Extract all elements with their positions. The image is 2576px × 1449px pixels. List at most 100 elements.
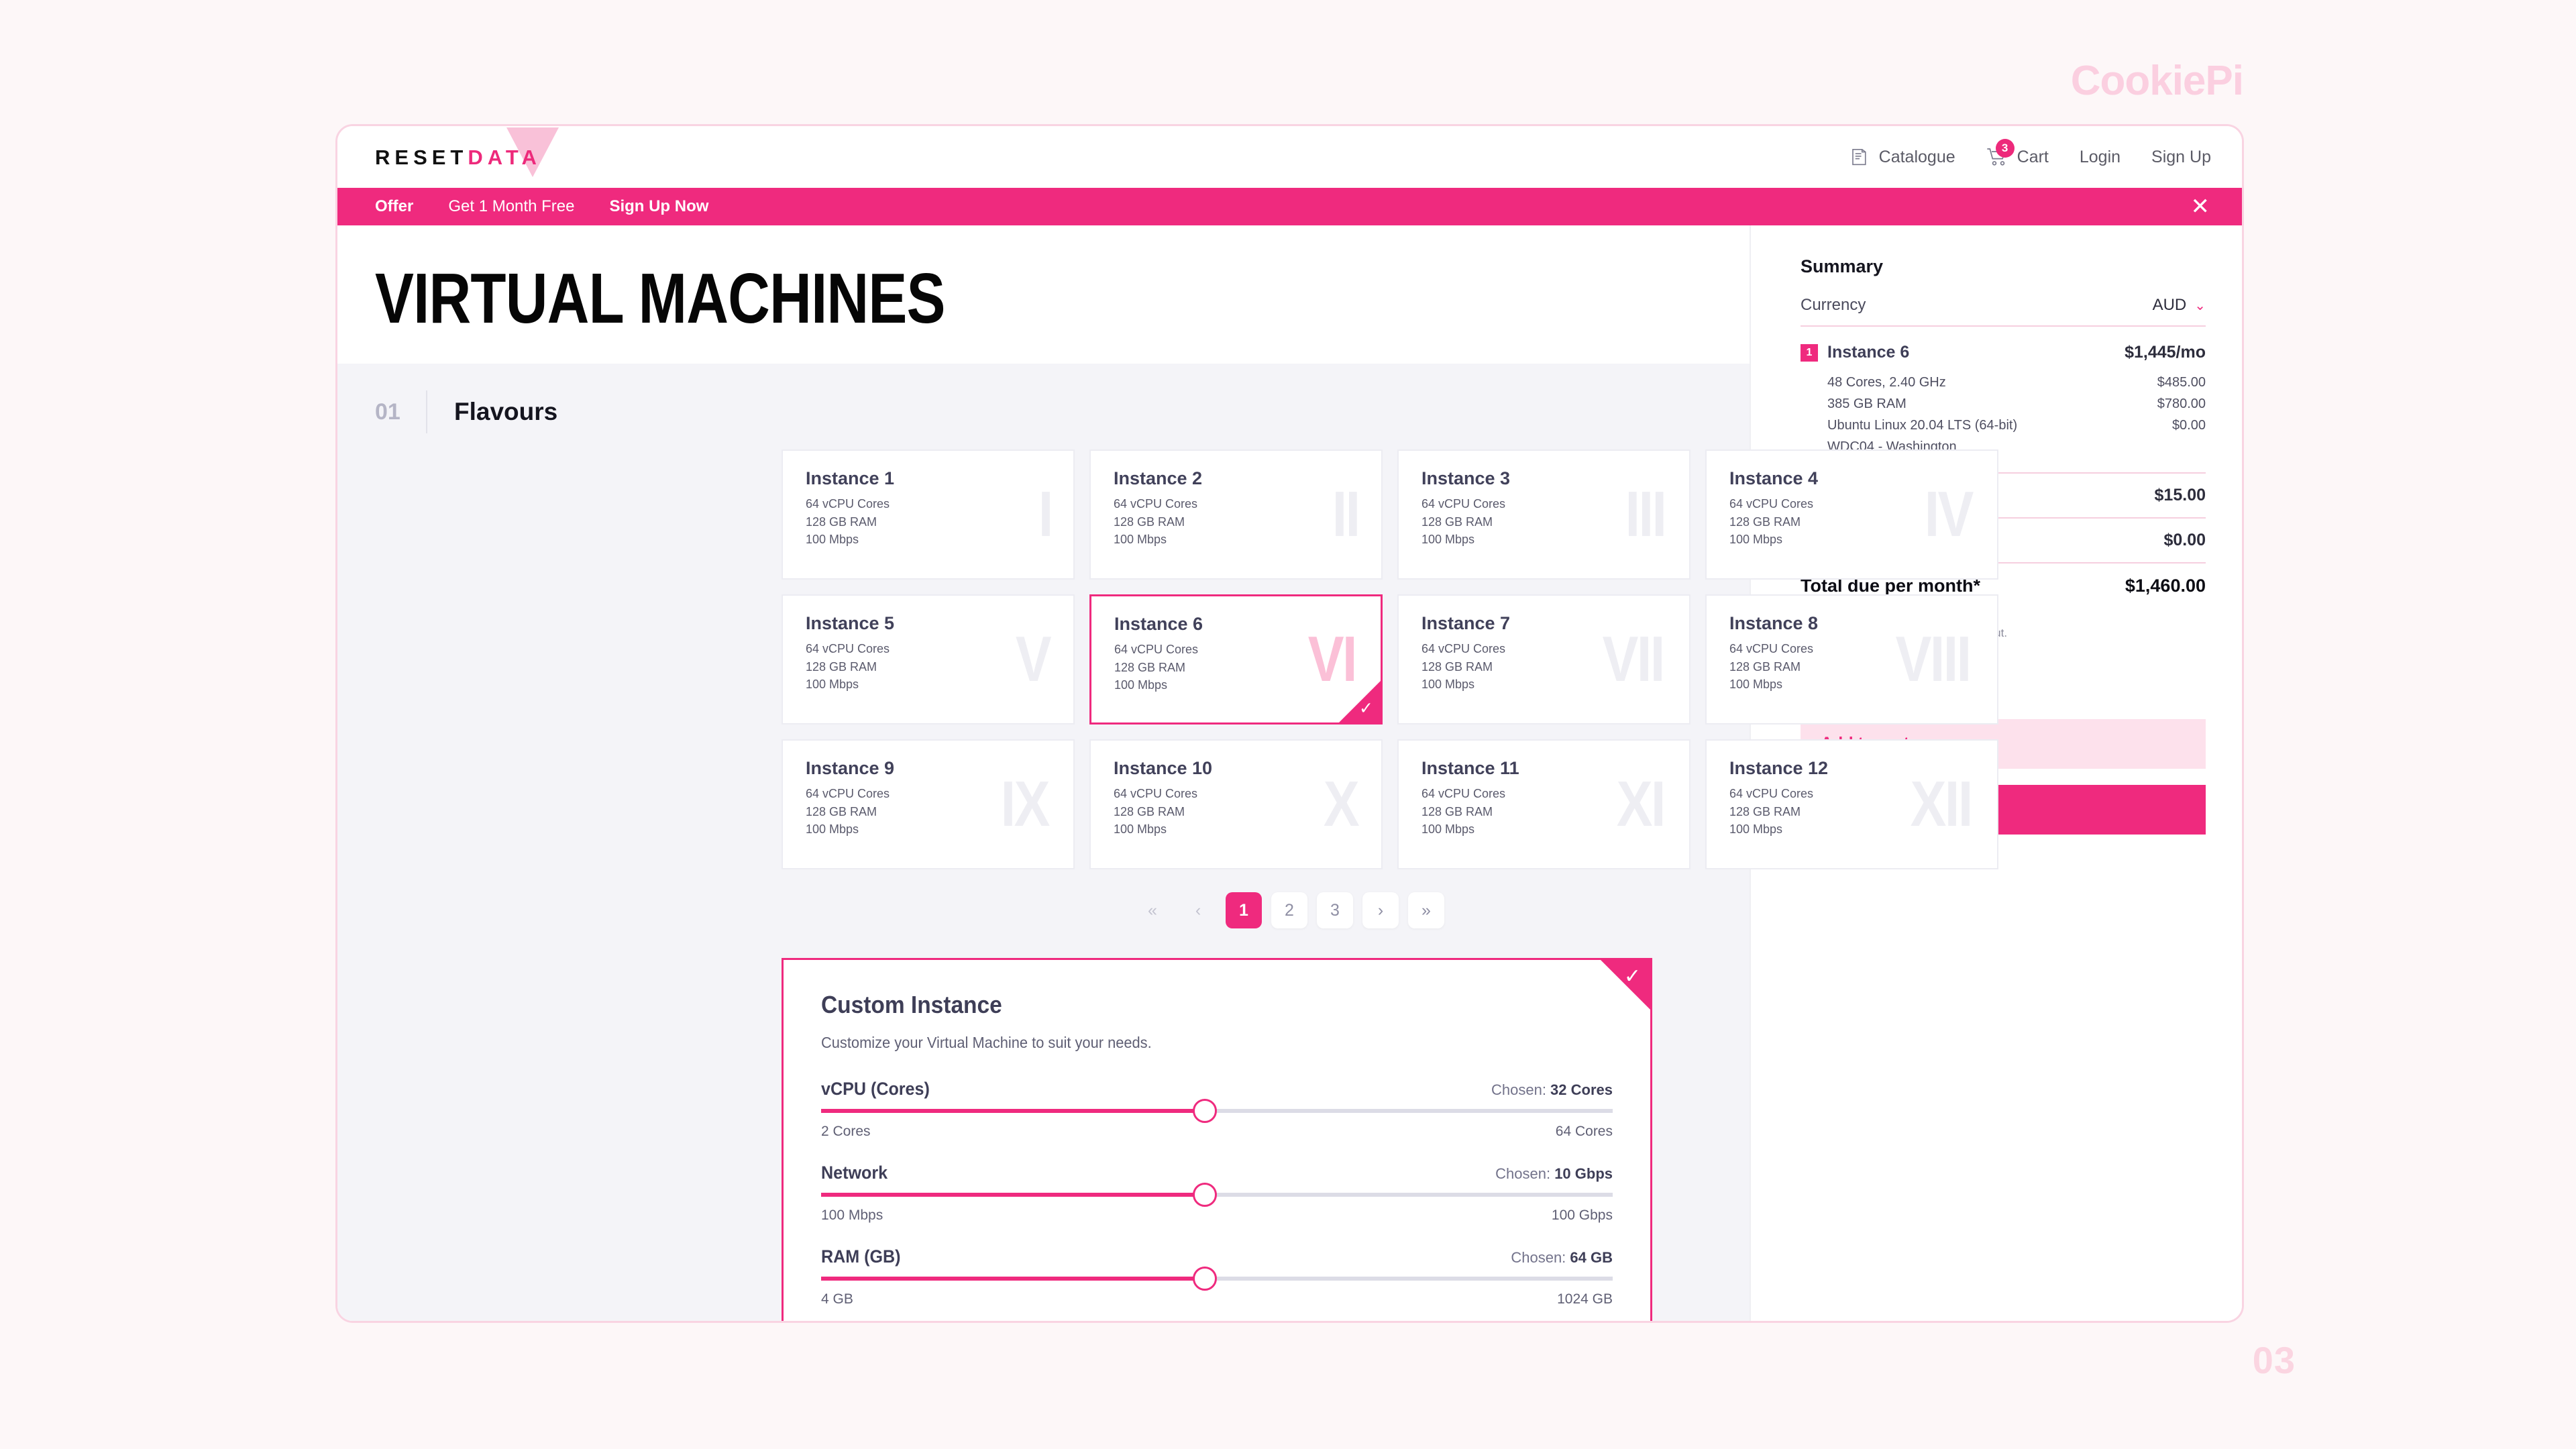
slider-range-labels: 100 Mbps 100 Gbps xyxy=(821,1208,1613,1224)
top-navigation-bar: RESETDATA Catalogue 3 Cart Login Sign Up xyxy=(337,126,2242,188)
flavour-card-title: Instance 7 xyxy=(1421,613,1511,633)
flavour-card-specs: 64 vCPU Cores 128 GB RAM 100 Mbps xyxy=(806,642,890,692)
slider-max-label: 1024 GB xyxy=(1557,1291,1613,1307)
flavour-card-title: Instance 4 xyxy=(1729,468,1819,488)
nav-item-catalogue[interactable]: Catalogue xyxy=(1849,147,1955,167)
offer-label: Offer xyxy=(375,197,414,215)
slider-label: vCPU (Cores) xyxy=(821,1079,930,1099)
content-area: 01 Flavours I Instance 1 64 vCPU Cores 128 … xyxy=(337,364,1998,1321)
flavour-card-specs: 64 vCPU Cores 128 GB RAM 100 Mbps xyxy=(1114,497,1198,547)
summary-spec-row: 385 GB RAM $780.00 xyxy=(1827,393,2206,415)
flavour-cards-grid: I Instance 1 64 vCPU Cores 128 GB RAM 100 Mb… xyxy=(337,449,1998,869)
currency-selector[interactable]: Currency AUD ⌄ xyxy=(1801,296,2206,327)
summary-spec-price: $0.00 xyxy=(2171,418,2206,433)
check-icon: ✓ xyxy=(1623,965,1641,987)
summary-instance-price: $1,445/mo xyxy=(2125,343,2206,362)
summary-total-value: $1,460.00 xyxy=(2125,576,2206,596)
page-body: VIRTUAL MACHINES 01 Flavours I Instance 1… xyxy=(337,225,2242,1321)
slider-max-label: 100 Gbps xyxy=(1551,1208,1613,1223)
nav-item-login[interactable]: Login xyxy=(2080,148,2121,167)
flavour-card[interactable]: X Instance 10 64 vCPU Cores 128 GB RAM 100 M… xyxy=(1089,739,1383,869)
summary-instance-badge: 1 xyxy=(1801,343,1818,362)
offer-text: Get 1 Month Free xyxy=(448,197,575,215)
slider-thumb[interactable] xyxy=(1193,1183,1218,1207)
flavour-card[interactable]: XII Instance 12 64 vCPU Cores 128 GB RAM 100… xyxy=(1705,739,1998,869)
flavour-card[interactable]: VII Instance 7 64 vCPU Cores 128 GB RAM 100 … xyxy=(1397,594,1690,724)
slider-header: Network Chosen: 10 Gbps xyxy=(821,1163,1613,1183)
nav-links: Catalogue 3 Cart Login Sign Up xyxy=(1849,139,2211,167)
custom-instance-title: Custom Instance xyxy=(821,991,1002,1018)
slider-range-labels: 4 GB 1024 GB xyxy=(821,1291,1613,1307)
pagination-prev[interactable]: ‹ xyxy=(1180,892,1216,928)
nav-item-signup[interactable]: Sign Up xyxy=(2151,148,2211,167)
slider-chosen-value: Chosen: 10 Gbps xyxy=(1495,1165,1613,1182)
slider-label: Network xyxy=(821,1163,888,1183)
slider-track[interactable] xyxy=(821,1099,1613,1123)
flavour-card-specs: 64 vCPU Cores 128 GB RAM 100 Mbps xyxy=(1421,497,1506,547)
flavour-card[interactable]: IV Instance 4 64 vCPU Cores 128 GB RAM 100 M… xyxy=(1705,449,1998,580)
pagination-page-1[interactable]: 1 xyxy=(1226,892,1262,928)
flavour-card[interactable]: VI Instance 6 64 vCPU Cores 128 GB RAM 100 M… xyxy=(1089,594,1383,724)
summary-spec-label: 48 Cores, 2.40 GHz xyxy=(1827,375,1946,390)
nav-item-cart[interactable]: 3 Cart xyxy=(1986,139,2049,167)
flavour-card-specs: 64 vCPU Cores 128 GB RAM 100 Mbps xyxy=(1421,787,1506,837)
watermark-brand: CookiePi xyxy=(2070,58,2244,104)
nav-label-cart: Cart xyxy=(2017,147,2049,166)
slider-chosen-value: Chosen: 64 GB xyxy=(1511,1249,1613,1266)
slider-min-label: 100 Mbps xyxy=(821,1208,883,1223)
flavour-card[interactable]: I Instance 1 64 vCPU Cores 128 GB RAM 100 Mb… xyxy=(782,449,1075,580)
section-divider xyxy=(426,390,427,433)
nav-label-catalogue: Catalogue xyxy=(1878,147,1955,166)
flavour-card[interactable]: IX Instance 9 64 vCPU Cores 128 GB RAM 100 M… xyxy=(782,739,1075,869)
flavour-card-specs: 64 vCPU Cores 128 GB RAM 100 Mbps xyxy=(806,497,890,547)
slider-track[interactable] xyxy=(821,1183,1613,1207)
cart-icon: 3 xyxy=(1986,139,2015,167)
flavour-card[interactable]: XI Instance 11 64 vCPU Cores 128 GB RAM 100 … xyxy=(1397,739,1690,869)
flavour-card[interactable]: V Instance 5 64 vCPU Cores 128 GB RAM 100 Mb… xyxy=(782,594,1075,724)
offer-signup-link[interactable]: Sign Up Now xyxy=(609,197,708,216)
flavour-card-specs: 64 vCPU Cores 128 GB RAM 100 Mbps xyxy=(1729,497,1814,547)
page-title-area: VIRTUAL MACHINES xyxy=(337,225,1750,364)
pagination-first[interactable]: « xyxy=(1134,892,1171,928)
summary-instance-row: 1 Instance 6 $1,445/mo xyxy=(1801,343,2206,362)
flavour-card-specs: 64 vCPU Cores 128 GB RAM 100 Mbps xyxy=(1729,787,1814,837)
resetdata-logo[interactable]: RESETDATA xyxy=(375,127,559,177)
flavour-card[interactable]: II Instance 2 64 vCPU Cores 128 GB RAM 100 M… xyxy=(1089,449,1383,580)
slider-thumb[interactable] xyxy=(1193,1267,1218,1291)
slider-fill xyxy=(821,1193,1205,1197)
watermark-page-number: 03 xyxy=(2252,1339,2296,1381)
flavour-card-title: Instance 6 xyxy=(1114,614,1203,634)
close-icon[interactable]: ✕ xyxy=(2191,195,2210,218)
currency-value-wrap: AUD ⌄ xyxy=(2153,296,2206,315)
slider-min-label: 4 GB xyxy=(821,1291,853,1307)
summary-spec-price: $780.00 xyxy=(2157,396,2206,411)
flavour-card[interactable]: VIII Instance 8 64 vCPU Cores 128 GB RAM 100… xyxy=(1705,594,1998,724)
pagination-page-2[interactable]: 2 xyxy=(1271,892,1307,928)
slider-header: RAM (GB) Chosen: 64 GB xyxy=(821,1246,1613,1267)
flavour-card[interactable]: III Instance 3 64 vCPU Cores 128 GB RAM 100 … xyxy=(1397,449,1690,580)
custom-instance-sliders: vCPU (Cores) Chosen: 32 Cores 2 Cores 64 Co… xyxy=(821,1079,1613,1307)
flavour-card-title: Instance 2 xyxy=(1114,468,1203,488)
summary-spec-row: 48 Cores, 2.40 GHz $485.00 xyxy=(1827,372,2206,393)
pagination-page-3[interactable]: 3 xyxy=(1317,892,1353,928)
custom-instance-subtitle: Customize your Virtual Machine to suit y… xyxy=(821,1034,1152,1051)
slider-block: vCPU (Cores) Chosen: 32 Cores 2 Cores 64 Co… xyxy=(821,1079,1613,1140)
summary-spec-row: Ubuntu Linux 20.04 LTS (64-bit) $0.00 xyxy=(1827,415,2206,436)
slider-thumb[interactable] xyxy=(1193,1099,1218,1123)
slider-track[interactable] xyxy=(821,1267,1613,1291)
flavour-card-title: Instance 10 xyxy=(1114,758,1213,778)
flavour-card-specs: 64 vCPU Cores 128 GB RAM 100 Mbps xyxy=(1421,642,1506,692)
flavour-card-title: Instance 1 xyxy=(806,468,895,488)
pagination-next[interactable]: › xyxy=(1362,892,1399,928)
slider-block: RAM (GB) Chosen: 64 GB 4 GB 1024 GB xyxy=(821,1246,1613,1307)
pagination-last[interactable]: » xyxy=(1408,892,1444,928)
page-title: VIRTUAL MACHINES xyxy=(375,259,945,338)
custom-instance-panel[interactable]: ✓ Custom Instance Customize your Virtual… xyxy=(782,958,1652,1321)
check-icon: ✓ xyxy=(1359,699,1373,718)
slider-range-labels: 2 Cores 64 Cores xyxy=(821,1124,1613,1140)
slider-max-label: 64 Cores xyxy=(1555,1124,1613,1139)
summary-storage-price: $15.00 xyxy=(2154,486,2206,504)
catalogue-icon xyxy=(1849,147,1870,167)
flavour-card-title: Instance 5 xyxy=(806,613,895,633)
cart-badge: 3 xyxy=(1995,139,2015,158)
